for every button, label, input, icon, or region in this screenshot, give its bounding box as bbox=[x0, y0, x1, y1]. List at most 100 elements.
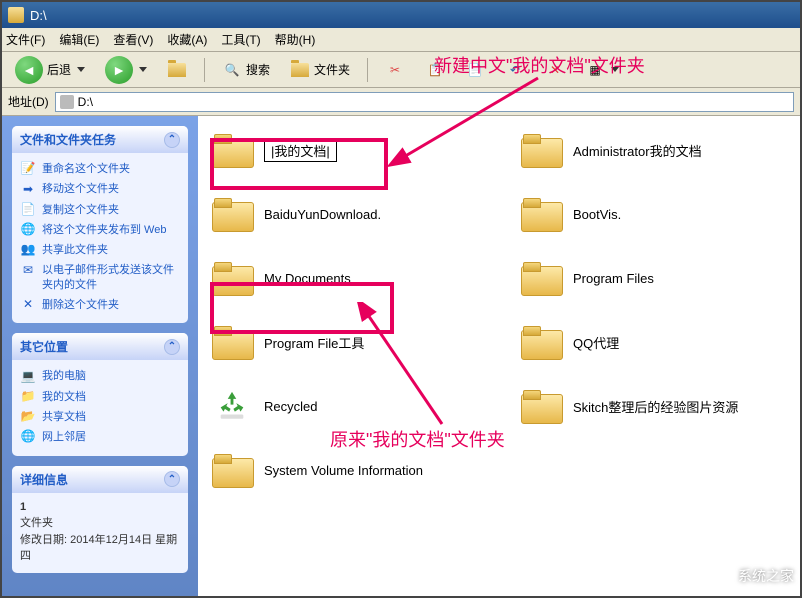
folder-item[interactable]: BaiduYunDownload. bbox=[210, 196, 479, 232]
place-icon: 📂 bbox=[20, 410, 36, 424]
folder-item[interactable]: Program File工具 bbox=[210, 324, 479, 360]
details-panel-header[interactable]: 详细信息 ⌃ bbox=[12, 466, 188, 493]
folder-name-editing[interactable]: |我的文档| bbox=[264, 139, 337, 162]
views-button[interactable]: ▦ bbox=[578, 57, 626, 83]
task-item[interactable]: ✉以电子邮件形式发送该文件夹内的文件 bbox=[20, 260, 180, 295]
place-icon: 📁 bbox=[20, 390, 36, 404]
folders-button[interactable]: 文件夹 bbox=[283, 57, 357, 83]
menu-help[interactable]: 帮助(H) bbox=[275, 31, 316, 48]
task-label: 以电子邮件形式发送该文件夹内的文件 bbox=[42, 263, 180, 292]
menu-file[interactable]: 文件(F) bbox=[6, 31, 45, 48]
folder-icon bbox=[519, 196, 563, 232]
folder-item[interactable]: Recycled bbox=[210, 388, 479, 424]
task-item[interactable]: 👥 共享此文件夹 bbox=[20, 240, 180, 260]
places-title: 其它位置 bbox=[20, 338, 68, 355]
paste-icon: 📄 bbox=[465, 60, 485, 80]
tasks-title: 文件和文件夹任务 bbox=[20, 131, 116, 148]
folder-item[interactable]: QQ代理 bbox=[519, 324, 788, 360]
recycle-icon bbox=[210, 388, 254, 424]
folder-icon bbox=[210, 260, 254, 296]
dropdown-icon bbox=[139, 67, 147, 72]
menu-edit[interactable]: 编辑(E) bbox=[59, 31, 99, 48]
address-label: 地址(D) bbox=[8, 93, 49, 110]
forward-button[interactable]: ► bbox=[98, 53, 154, 87]
menu-tools[interactable]: 工具(T) bbox=[221, 31, 260, 48]
task-item[interactable]: 📝 重命名这个文件夹 bbox=[20, 159, 180, 179]
collapse-icon: ⌃ bbox=[164, 471, 180, 487]
place-label: 网上邻居 bbox=[42, 430, 86, 444]
folder-item[interactable]: Program Files bbox=[519, 260, 788, 296]
separator bbox=[204, 58, 205, 82]
folder-name: Administrator我的文档 bbox=[573, 141, 702, 160]
task-item[interactable]: 🌐将这个文件夹发布到 Web bbox=[20, 220, 180, 240]
views-icon: ▦ bbox=[585, 60, 605, 80]
task-item[interactable]: ➡移动这个文件夹 bbox=[20, 179, 180, 199]
folder-item[interactable]: Administrator我的文档 bbox=[519, 132, 788, 168]
watermark-text: 系统之家 bbox=[738, 566, 794, 586]
folder-icon bbox=[210, 324, 254, 360]
cut-button[interactable]: ✂ bbox=[378, 57, 412, 83]
task-item[interactable]: 📄 复制这个文件夹 bbox=[20, 200, 180, 220]
task-icon: 👥 bbox=[20, 243, 36, 257]
address-value: D:\ bbox=[78, 95, 93, 109]
task-label: 将这个文件夹发布到 Web bbox=[42, 223, 166, 237]
back-label: 后退 bbox=[47, 61, 71, 78]
folder-item[interactable]: My Documents bbox=[210, 260, 479, 296]
places-body: 💻我的电脑 📁 我的文档 📂共享文档🌐网上邻居 bbox=[12, 360, 188, 455]
folder-icon bbox=[519, 260, 563, 296]
task-label: 移动这个文件夹 bbox=[42, 182, 119, 196]
folder-name: QQ代理 bbox=[573, 333, 619, 352]
watermark: 系统之家 bbox=[700, 562, 794, 590]
folder-grid: |我的文档| Administrator我的文档 BaiduYunDownload… bbox=[210, 132, 788, 488]
menu-favorites[interactable]: 收藏(A) bbox=[167, 31, 207, 48]
folder-item[interactable]: System Volume Information bbox=[210, 452, 479, 488]
tasks-body: 📝重命名这个文件夹➡移动这个文件夹📄复制这个文件夹🌐将这个文件夹发布到 Web👥… bbox=[12, 153, 188, 323]
up-button[interactable] bbox=[160, 57, 194, 83]
paste-button[interactable]: 📄 bbox=[458, 57, 492, 83]
places-panel-header[interactable]: 其它位置 ⌃ bbox=[12, 333, 188, 360]
search-label: 搜索 bbox=[246, 61, 270, 78]
details-mod-label: 修改日期: bbox=[20, 534, 67, 546]
task-icon: 📝 bbox=[20, 162, 36, 176]
place-label: 我的文档 bbox=[42, 390, 86, 404]
folder-icon bbox=[210, 452, 254, 488]
delete-icon: ✕ bbox=[545, 60, 565, 80]
side-panel: 文件和文件夹任务 ⌃ 📝 重命名这个文件夹 ➡移动这个文件夹 📄 复制这个文件夹 🌐将这个… bbox=[2, 116, 198, 596]
place-item[interactable]: 📂共享文档 bbox=[20, 407, 180, 427]
place-item[interactable]: 💻我的电脑 bbox=[20, 366, 180, 386]
menu-view[interactable]: 查看(V) bbox=[113, 31, 153, 48]
task-item[interactable]: ✕删除这个文件夹 bbox=[20, 295, 180, 315]
folder-icon bbox=[519, 132, 563, 168]
folder-name: My Documents bbox=[264, 271, 351, 286]
address-field[interactable]: D:\ bbox=[55, 92, 794, 112]
details-title: 详细信息 bbox=[20, 471, 68, 488]
folder-content[interactable]: |我的文档| Administrator我的文档 BaiduYunDownload… bbox=[198, 116, 800, 596]
back-icon: ◄ bbox=[15, 56, 43, 84]
place-item[interactable]: 🌐网上邻居 bbox=[20, 427, 180, 447]
search-button[interactable]: 🔍 搜索 bbox=[215, 57, 277, 83]
copy-button[interactable]: 📋 bbox=[418, 57, 452, 83]
task-label: 重命名这个文件夹 bbox=[42, 162, 130, 176]
folder-icon bbox=[519, 324, 563, 360]
folder-name: Recycled bbox=[264, 399, 317, 414]
task-icon: 📄 bbox=[20, 203, 36, 217]
folder-item[interactable]: BootVis. bbox=[519, 196, 788, 232]
separator bbox=[367, 58, 368, 82]
folder-item[interactable]: |我的文档| bbox=[210, 132, 479, 168]
task-icon: ✕ bbox=[20, 298, 36, 312]
toolbar: ◄ 后退 ► 🔍 搜索 文件夹 ✂ 📋 📄 ↶ ✕ ▦ bbox=[2, 52, 800, 88]
cut-icon: ✂ bbox=[385, 60, 405, 80]
folder-item[interactable]: Skitch整理后的经验图片资源 bbox=[519, 388, 788, 424]
folder-name: Program File工具 bbox=[264, 333, 364, 352]
delete-button[interactable]: ✕ bbox=[538, 57, 572, 83]
task-label: 共享此文件夹 bbox=[42, 243, 108, 257]
task-label: 复制这个文件夹 bbox=[42, 203, 119, 217]
folder-name: BaiduYunDownload. bbox=[264, 207, 381, 222]
place-item[interactable]: 📁 我的文档 bbox=[20, 387, 180, 407]
tasks-panel-header[interactable]: 文件和文件夹任务 ⌃ bbox=[12, 126, 188, 153]
back-button[interactable]: ◄ 后退 bbox=[8, 53, 92, 87]
watermark-logo-icon bbox=[700, 562, 732, 590]
undo-button[interactable]: ↶ bbox=[498, 57, 532, 83]
folders-label: 文件夹 bbox=[314, 61, 350, 78]
places-panel: 其它位置 ⌃ 💻我的电脑 📁 我的文档 📂共享文档🌐网上邻居 bbox=[12, 333, 188, 455]
